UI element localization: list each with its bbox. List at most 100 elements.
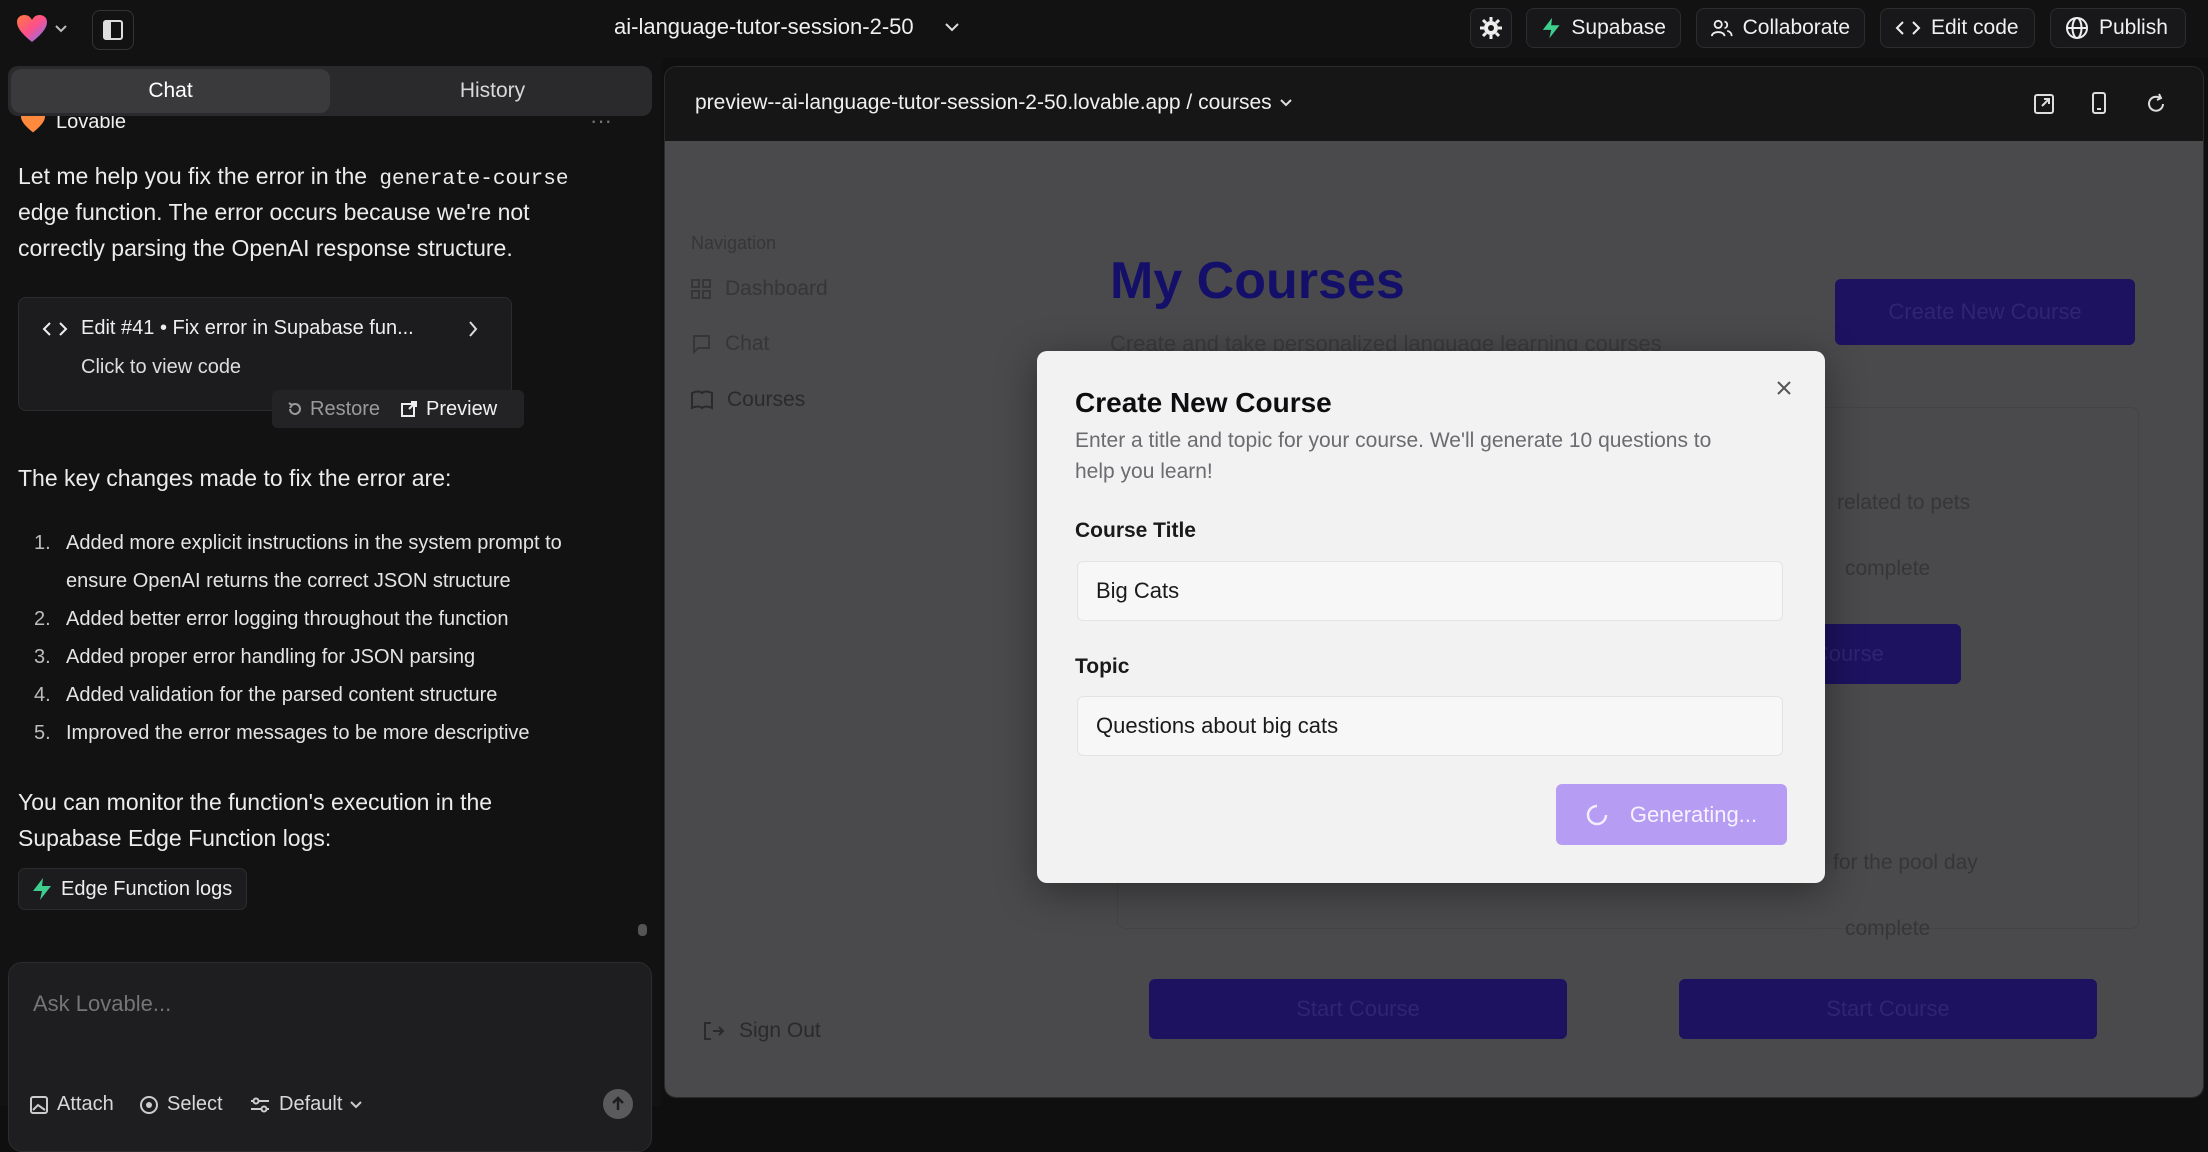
chat-tabs: Chat History	[8, 66, 652, 116]
preview-url-bar: preview--ai-language-tutor-session-2-50.…	[665, 67, 2204, 141]
image-icon	[29, 1095, 49, 1115]
attach-label: Attach	[57, 1093, 114, 1116]
intro-line-3: correctly parsing the OpenAI response st…	[18, 230, 513, 266]
list-item: 5.Improved the error messages to be more…	[34, 722, 530, 745]
card-text: complete	[1845, 557, 1930, 581]
attach-button[interactable]: Attach	[29, 1093, 114, 1116]
mode-dropdown[interactable]: Default	[249, 1093, 362, 1116]
start-course-button[interactable]: Start Course	[1679, 979, 2097, 1039]
create-course-dialog: Create New Course Enter a title and topi…	[1037, 351, 1825, 883]
nav-label: Dashboard	[725, 277, 828, 301]
topic-label: Topic	[1075, 655, 1129, 679]
edit-code-button[interactable]: Edit code	[1880, 8, 2035, 48]
target-icon	[139, 1095, 159, 1115]
intro-line-1: Let me help you fix the error in the gen…	[18, 158, 568, 198]
monitor-line-2: Supabase Edge Function logs:	[18, 820, 331, 856]
preview-label: Preview	[426, 398, 497, 421]
external-link-icon	[400, 400, 418, 418]
spinner-icon	[1586, 804, 1608, 826]
nav-label: Chat	[725, 332, 769, 356]
nav-heading: Navigation	[691, 233, 776, 254]
dialog-description-line-1: Enter a title and topic for your course.…	[1075, 429, 1711, 453]
card-text: complete	[1845, 917, 1930, 941]
start-course-button[interactable]: Start Course	[1149, 979, 1567, 1039]
sign-out-button[interactable]: Sign Out	[703, 1019, 821, 1043]
list-text: Added validation for the parsed content …	[66, 684, 497, 706]
generate-button[interactable]: Generating...	[1556, 784, 1787, 845]
arrow-up-icon	[611, 1096, 625, 1112]
mode-label: Default	[279, 1093, 342, 1116]
list-text: Added more explicit instructions in the …	[66, 532, 562, 554]
edit-code-label: Edit code	[1931, 16, 2019, 40]
lovable-avatar-icon	[20, 116, 46, 134]
publish-button[interactable]: Publish	[2050, 8, 2186, 48]
preview-url: preview--ai-language-tutor-session-2-50.…	[695, 91, 1272, 115]
start-course-label: Start Course	[1826, 996, 1950, 1022]
message-sender: Lovable	[20, 116, 126, 134]
mobile-view-icon[interactable]	[2091, 91, 2107, 115]
edge-function-logs-button[interactable]: Edge Function logs	[18, 868, 247, 910]
page-title: My Courses	[1110, 251, 1405, 311]
log-out-icon	[703, 1021, 725, 1041]
chevron-right-icon	[467, 320, 479, 338]
chevron-down-icon	[54, 24, 68, 34]
url-selector[interactable]: preview--ai-language-tutor-session-2-50.…	[695, 91, 1292, 115]
globe-icon	[2065, 16, 2089, 40]
list-number: 4.	[34, 684, 66, 707]
list-item: 2.Added better error logging throughout …	[34, 608, 509, 631]
lovable-logo-icon	[16, 14, 48, 44]
edit-actions: Restore Preview	[272, 390, 524, 428]
refresh-icon[interactable]	[2145, 93, 2167, 115]
send-button[interactable]	[603, 1089, 633, 1119]
tab-chat-label: Chat	[148, 79, 192, 103]
generate-button-label: Generating...	[1630, 802, 1757, 828]
message-more-icon[interactable]: ···	[590, 116, 612, 126]
create-new-course-button[interactable]: Create New Course	[1835, 279, 2135, 345]
open-in-new-tab-icon[interactable]	[2033, 93, 2055, 115]
lovable-menu[interactable]	[16, 14, 68, 44]
list-text: Improved the error messages to be more d…	[66, 722, 530, 744]
gear-icon	[1479, 16, 1503, 40]
intro-code: generate-course	[379, 168, 568, 191]
publish-label: Publish	[2099, 16, 2168, 40]
chat-input[interactable]	[31, 983, 625, 1025]
topic-input[interactable]	[1077, 696, 1783, 756]
sender-name: Lovable	[56, 116, 126, 134]
supabase-bolt-icon	[1541, 16, 1561, 40]
list-number: 1.	[34, 532, 66, 555]
course-title-input[interactable]	[1077, 561, 1783, 621]
chat-composer: Attach Select Default	[8, 962, 652, 1152]
close-icon[interactable]	[1775, 379, 1793, 397]
collaborate-label: Collaborate	[1743, 16, 1850, 40]
list-item: 4.Added validation for the parsed conten…	[34, 684, 497, 707]
changes-heading: The key changes made to fix the error ar…	[18, 460, 451, 496]
code-icon	[1895, 19, 1921, 37]
project-selector[interactable]: ai-language-tutor-session-2-50	[614, 14, 960, 40]
nav-item-chat[interactable]: Chat	[691, 332, 769, 356]
message-icon	[691, 334, 711, 354]
project-name: ai-language-tutor-session-2-50	[614, 14, 914, 40]
nav-item-dashboard[interactable]: Dashboard	[691, 277, 828, 301]
sliders-icon	[249, 1096, 271, 1114]
list-number: 5.	[34, 722, 66, 745]
book-open-icon	[691, 390, 713, 410]
create-new-course-label: Create New Course	[1888, 299, 2081, 325]
settings-button[interactable]	[1470, 8, 1512, 48]
select-button[interactable]: Select	[139, 1093, 223, 1116]
nav-label: Courses	[727, 388, 805, 412]
supabase-button[interactable]: Supabase	[1526, 8, 1681, 48]
scrollbar-thumb[interactable]	[638, 924, 647, 936]
chevron-down-icon	[1280, 99, 1292, 107]
edge-function-logs-label: Edge Function logs	[61, 878, 232, 901]
toggle-sidebar-button[interactable]	[92, 10, 134, 50]
list-text: Added better error logging throughout th…	[66, 608, 509, 630]
tab-chat[interactable]: Chat	[11, 69, 330, 113]
list-item: 3.Added proper error handling for JSON p…	[34, 646, 475, 669]
restore-button[interactable]: Restore	[272, 398, 390, 421]
nav-item-courses[interactable]: Courses	[691, 388, 805, 412]
dialog-title: Create New Course	[1075, 387, 1332, 419]
preview-button[interactable]: Preview	[390, 398, 507, 421]
tab-history-label: History	[460, 79, 525, 103]
edit-card-title: Edit #41 • Fix error in Supabase fun...	[81, 317, 414, 340]
collaborate-button[interactable]: Collaborate	[1696, 8, 1865, 48]
